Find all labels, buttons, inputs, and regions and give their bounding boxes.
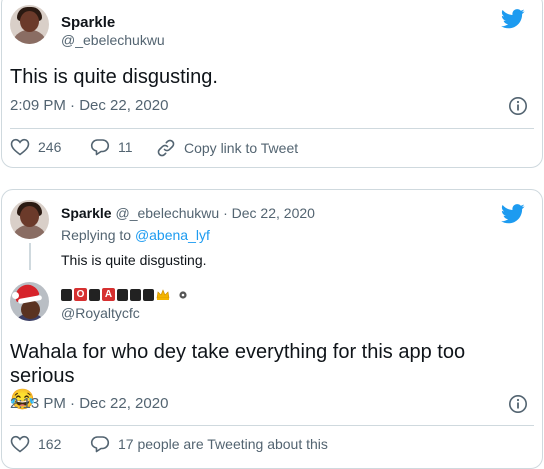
crown-icon [156, 289, 170, 300]
tweet-timestamp[interactable]: 2:13 PM · Dec 22, 2020 [10, 395, 168, 412]
black-square-icon [117, 288, 128, 301]
link-icon [157, 139, 175, 157]
reply-count: 11 [118, 139, 133, 155]
royalty-avatar[interactable] [10, 282, 49, 321]
info-icon[interactable] [508, 394, 528, 414]
copy-link-label: Copy link to Tweet [184, 140, 299, 156]
parent-author-name[interactable]: Sparkle [61, 205, 112, 221]
black-square-icon [89, 288, 100, 301]
tweet-card-1[interactable]: Sparkle @_ebelechukwu This is quite disg… [1, 0, 543, 168]
like-count: 162 [38, 436, 62, 452]
copy-link-action[interactable]: Copy link to Tweet [156, 138, 298, 158]
sparkle-avatar[interactable] [10, 5, 49, 44]
o-button-emoji: O [74, 288, 87, 301]
parent-tweet-text: This is quite disgusting. [61, 252, 207, 268]
reply-action[interactable]: 11 [90, 138, 133, 156]
parent-handle-date[interactable]: @_ebelechukwu · Dec 22, 2020 [115, 205, 314, 221]
black-square-icon [143, 288, 154, 301]
sparkle-avatar-small[interactable] [10, 200, 49, 239]
info-icon[interactable] [508, 96, 528, 116]
black-square-icon [130, 288, 141, 301]
divider [10, 425, 534, 426]
heart-icon [10, 138, 30, 156]
a-button-emoji: A [102, 288, 115, 301]
author-handle[interactable]: @_ebelechukwu [61, 32, 165, 48]
gear-emoji-icon [179, 290, 187, 299]
replying-to-line: Replying to @abena_lyf [61, 227, 210, 243]
black-square-icon [61, 288, 72, 301]
reply-bubble-icon [90, 139, 110, 156]
tweeting-about-label: 17 people are Tweeting about this [118, 436, 328, 452]
reply-bubble-icon [90, 436, 110, 453]
heart-icon [10, 435, 30, 453]
author-name[interactable]: Sparkle [61, 14, 115, 31]
author-display-name-emoji[interactable]: O A [61, 288, 188, 301]
twitter-bird-icon[interactable] [501, 204, 525, 224]
like-action[interactable]: 162 [10, 435, 61, 453]
tweeting-about-action[interactable]: 17 people are Tweeting about this [90, 435, 328, 453]
like-action[interactable]: 246 [10, 138, 61, 156]
tweet-card-2[interactable]: Sparkle @_ebelechukwu · Dec 22, 2020 Rep… [1, 189, 543, 469]
tweet-text-body: Wahala for who dey take everything for t… [10, 341, 466, 387]
thread-connector-line [29, 243, 31, 270]
like-count: 246 [38, 139, 62, 155]
tweet-text: This is quite disgusting. [10, 66, 218, 88]
author-handle[interactable]: @Royaltycfc [61, 305, 140, 321]
replying-prefix: Replying to [61, 227, 135, 243]
replying-to-handle[interactable]: @abena_lyf [135, 227, 210, 243]
twitter-bird-icon[interactable] [501, 9, 525, 29]
tweet-timestamp[interactable]: 2:09 PM · Dec 22, 2020 [10, 97, 168, 114]
parent-tweet-header: Sparkle @_ebelechukwu · Dec 22, 2020 [61, 205, 315, 221]
divider [10, 128, 534, 129]
